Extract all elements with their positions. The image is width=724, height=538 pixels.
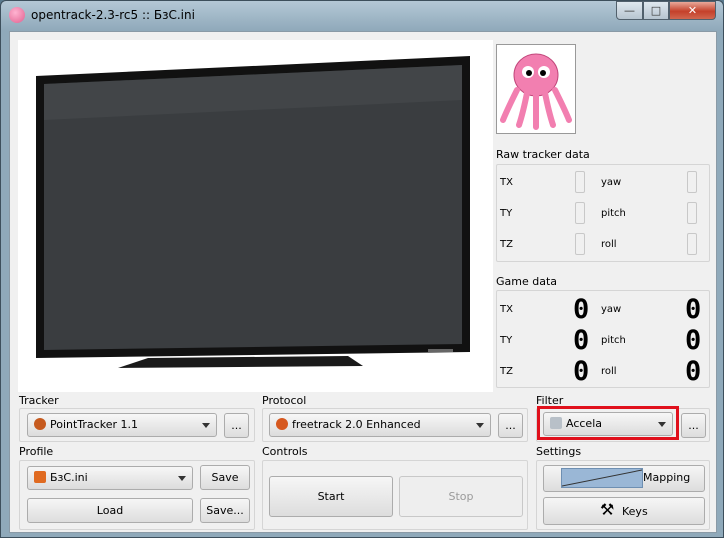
keys-button[interactable]: ⚒ Keys: [543, 497, 705, 525]
profile-label: Profile: [19, 445, 54, 458]
raw-pitch-display: [687, 202, 697, 224]
game-pitch-display: 0: [685, 325, 702, 356]
video-preview: [18, 40, 493, 392]
tracker-select-value: PointTracker 1.1: [50, 418, 138, 431]
start-button[interactable]: Start: [269, 476, 393, 517]
raw-pitch-label: pitch: [601, 208, 626, 219]
keys-button-label: Keys: [622, 505, 648, 518]
filter-select-value: Accela: [566, 417, 602, 430]
title-bar[interactable]: opentrack-2.3-rc5 :: БзС.ini — □ ✕: [1, 1, 723, 31]
tracker-select[interactable]: PointTracker 1.1: [27, 413, 217, 437]
mapping-button[interactable]: Mapping: [543, 465, 705, 492]
protocol-label: Protocol: [262, 394, 307, 407]
protocol-select-value: freetrack 2.0 Enhanced: [292, 418, 421, 431]
game-ty-display: 0: [573, 325, 590, 356]
raw-tx-label: TX: [500, 177, 513, 188]
controls-label: Controls: [262, 445, 308, 458]
tracker-label: Tracker: [19, 394, 59, 407]
game-pitch-label: pitch: [601, 335, 626, 346]
raw-ty-display: [575, 202, 585, 224]
raw-tx-display: [575, 171, 585, 193]
raw-roll-display: [687, 233, 697, 255]
game-ty-label: TY: [500, 335, 513, 346]
game-roll-label: roll: [601, 366, 617, 377]
client-area: Raw tracker data TX yaw TY pitch TZ roll…: [9, 31, 717, 533]
raw-roll-label: roll: [601, 239, 617, 250]
stop-button[interactable]: Stop: [399, 476, 523, 517]
game-data-group: TX 0 yaw 0 TY 0 pitch 0 TZ 0 roll 0: [496, 290, 710, 388]
raw-tz-display: [575, 233, 585, 255]
chevron-down-icon: [202, 423, 210, 428]
octopus-logo: [496, 44, 576, 134]
window-title: opentrack-2.3-rc5 :: БзС.ini: [31, 8, 195, 22]
filter-funnel-icon: [550, 417, 562, 429]
tv-preview-image: [36, 56, 470, 368]
tracker-settings-button[interactable]: ...: [224, 413, 249, 438]
chevron-down-icon: [658, 422, 666, 427]
protocol-icon: [276, 418, 288, 430]
profile-save-button[interactable]: Save: [200, 465, 250, 490]
octopus-app-icon: [9, 7, 25, 23]
filter-select[interactable]: Accela: [543, 412, 673, 436]
raw-ty-label: TY: [500, 208, 513, 219]
profile-select[interactable]: БзС.ini: [27, 466, 193, 490]
filter-settings-button[interactable]: ...: [681, 413, 706, 438]
protocol-select[interactable]: freetrack 2.0 Enhanced: [269, 413, 491, 437]
raw-tracker-data-label: Raw tracker data: [496, 148, 590, 161]
mapping-button-label: Mapping: [643, 471, 691, 484]
maximize-button[interactable]: □: [643, 1, 669, 20]
game-yaw-display: 0: [685, 294, 702, 325]
game-tx-label: TX: [500, 304, 513, 315]
main-window: opentrack-2.3-rc5 :: БзС.ini — □ ✕ Raw t…: [0, 0, 724, 538]
profile-icon: [34, 471, 46, 483]
raw-yaw-display: [687, 171, 697, 193]
chevron-down-icon: [476, 423, 484, 428]
profile-load-button[interactable]: Load: [27, 498, 193, 523]
mapping-curve-icon: [561, 468, 643, 488]
game-data-label: Game data: [496, 275, 558, 288]
tools-icon: ⚒: [600, 500, 615, 519]
settings-label: Settings: [536, 445, 582, 458]
profile-select-value: БзС.ini: [50, 471, 88, 484]
game-yaw-label: yaw: [601, 304, 622, 315]
game-tz-label: TZ: [500, 366, 513, 377]
game-tx-display: 0: [573, 294, 590, 325]
close-button[interactable]: ✕: [669, 1, 716, 20]
game-roll-display: 0: [685, 356, 702, 387]
raw-yaw-label: yaw: [601, 177, 622, 188]
protocol-settings-button[interactable]: ...: [498, 413, 523, 438]
game-tz-display: 0: [573, 356, 590, 387]
tracker-icon: [34, 418, 46, 430]
minimize-button[interactable]: —: [616, 1, 643, 20]
profile-save-as-button[interactable]: Save...: [200, 498, 250, 523]
raw-tracker-data-group: TX yaw TY pitch TZ roll: [496, 164, 710, 262]
raw-tz-label: TZ: [500, 239, 513, 250]
chevron-down-icon: [178, 476, 186, 481]
